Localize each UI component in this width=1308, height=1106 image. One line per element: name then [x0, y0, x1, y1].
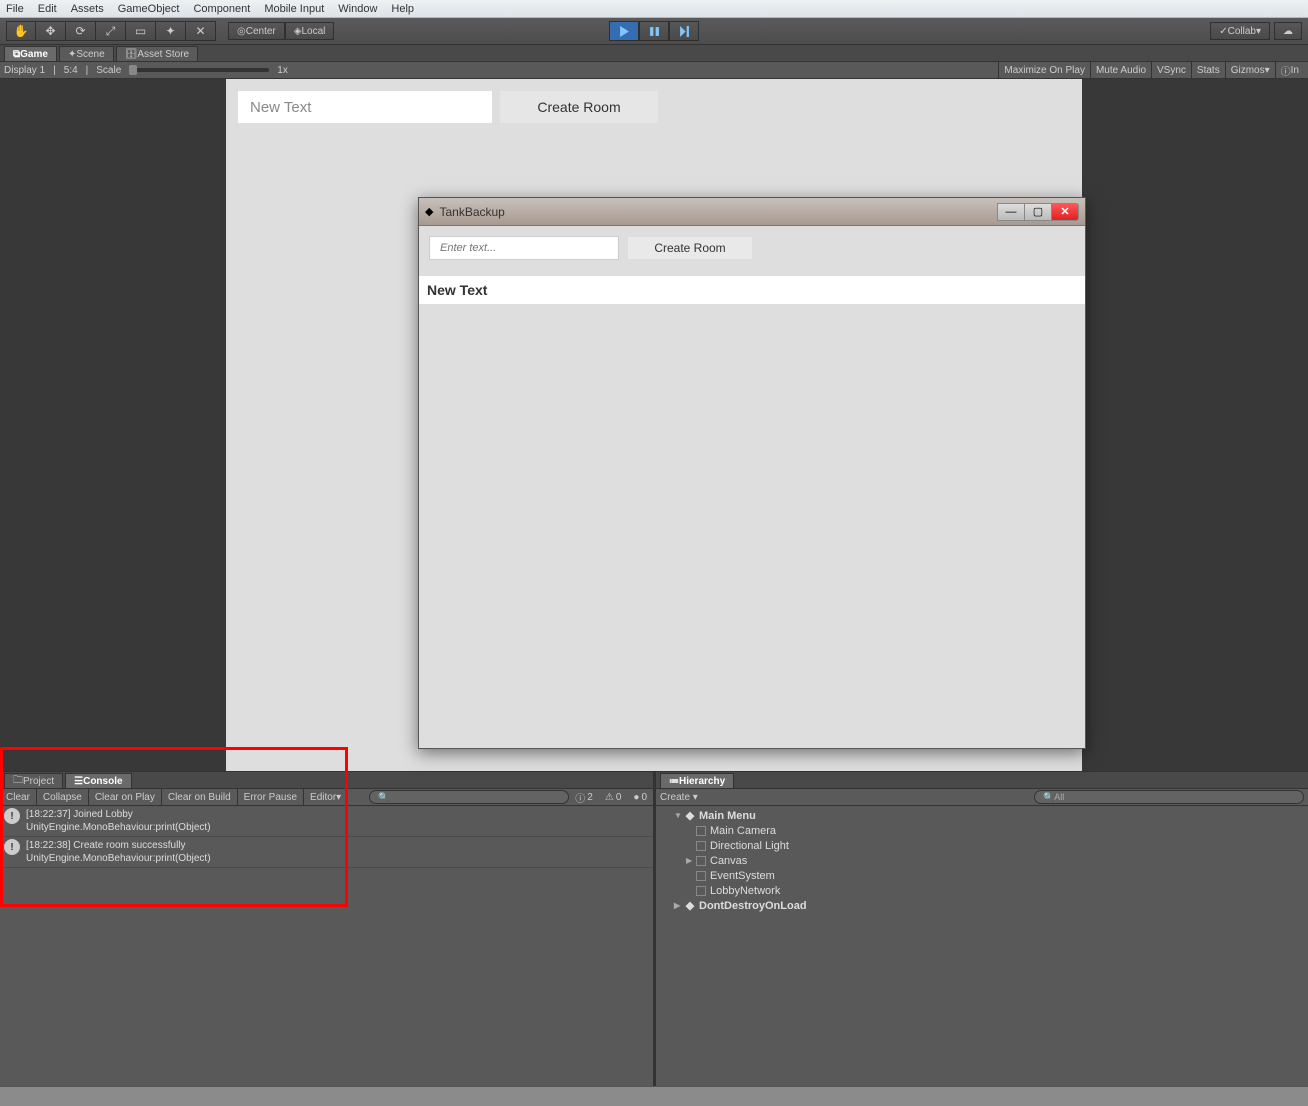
hierarchy-search[interactable]: 🔍 All — [1034, 790, 1304, 804]
menu-component[interactable]: Component — [193, 3, 250, 15]
maximize-button[interactable]: ▢ — [1024, 203, 1052, 221]
console-panel: 🗀 Project ☰ Console Clear Collapse Clear… — [0, 772, 656, 1106]
tab-hierarchy[interactable]: ≔ Hierarchy — [660, 773, 734, 788]
build-window-title: TankBackup — [439, 205, 504, 219]
game-control-bar: Display 1 | 5:4 | Scale 1x Maximize On P… — [0, 62, 1308, 79]
local-global-toggle[interactable]: ◈ Local — [285, 22, 335, 40]
aspect-dropdown[interactable]: 5:4 — [64, 65, 78, 76]
custom-tool[interactable]: ✕ — [186, 21, 216, 41]
console-search[interactable]: 🔍 — [369, 790, 569, 804]
warning-count[interactable]: ⚠ 0 — [599, 792, 628, 803]
play-controls — [609, 21, 699, 41]
stats-toggle[interactable]: Stats — [1191, 62, 1225, 78]
display-dropdown[interactable]: Display 1 — [4, 65, 45, 76]
scale-slider[interactable] — [129, 68, 269, 72]
hierarchy-item-main-camera[interactable]: Main Camera — [656, 823, 1308, 838]
console-collapse[interactable]: Collapse — [37, 789, 89, 805]
gameobject-icon — [696, 841, 706, 851]
build-body-text: New Text — [419, 276, 1085, 304]
bottom-panels: 🗀 Project ☰ Console Clear Collapse Clear… — [0, 771, 1308, 1106]
main-toolbar: ✋ ✥ ⟳ ⤢ ▭ ✦ ✕ ◎ Center ◈ Local ✓ Collab … — [0, 18, 1308, 45]
hierarchy-panel: ≔ Hierarchy Create ▾ 🔍 All ▼◆Main Menu M… — [656, 772, 1308, 1106]
room-name-input[interactable]: New Text — [238, 91, 492, 123]
build-window-titlebar[interactable]: ◆ TankBackup — ▢ ✕ — [419, 198, 1085, 226]
hand-tool[interactable]: ✋ — [6, 21, 36, 41]
gameobject-icon — [696, 826, 706, 836]
console-clear-on-build[interactable]: Clear on Build — [162, 789, 238, 805]
vsync-toggle[interactable]: VSync — [1151, 62, 1191, 78]
build-window-body: Create Room New Text — [419, 226, 1085, 748]
error-count[interactable]: ● 0 — [627, 792, 653, 803]
hierarchy-toolbar: Create ▾ 🔍 All — [656, 789, 1308, 806]
maximize-on-play[interactable]: Maximize On Play — [998, 62, 1090, 78]
mute-audio[interactable]: Mute Audio — [1090, 62, 1151, 78]
log-entry[interactable]: ! [18:22:37] Joined LobbyUnityEngine.Mon… — [0, 806, 653, 837]
build-room-name-input[interactable] — [429, 236, 619, 260]
hierarchy-item-lobbynetwork[interactable]: LobbyNetwork — [656, 883, 1308, 898]
tab-console[interactable]: ☰ Console — [65, 773, 131, 788]
menu-help[interactable]: Help — [391, 3, 414, 15]
tab-scene[interactable]: ✦ Scene — [59, 46, 114, 61]
menu-file[interactable]: File — [6, 3, 24, 15]
view-tabs: ⧉ Game ✦ Scene 🗄 Asset Store — [0, 45, 1308, 62]
collab-button[interactable]: ✓ Collab ▾ — [1210, 22, 1270, 40]
console-editor-dropdown[interactable]: Editor ▾ — [304, 789, 348, 805]
unity-scene-icon: ◆ — [684, 899, 696, 912]
menu-edit[interactable]: Edit — [38, 3, 57, 15]
hierarchy-item-eventsystem[interactable]: EventSystem — [656, 868, 1308, 883]
unity-logo-icon: ◆ — [425, 205, 433, 218]
hierarchy-create-dropdown[interactable]: Create ▾ — [660, 792, 698, 803]
info-icon: ! — [4, 808, 20, 824]
gameobject-icon — [696, 871, 706, 881]
rotate-tool[interactable]: ⟳ — [66, 21, 96, 41]
gameobject-icon — [696, 886, 706, 896]
inspector-toggle[interactable]: ⓘ In — [1275, 62, 1304, 78]
hierarchy-item-directional-light[interactable]: Directional Light — [656, 838, 1308, 853]
create-room-button[interactable]: Create Room — [500, 91, 658, 123]
info-count[interactable]: ⓘ 2 — [569, 790, 599, 805]
console-error-pause[interactable]: Error Pause — [238, 789, 304, 805]
step-button[interactable] — [669, 21, 699, 41]
minimize-button[interactable]: — — [997, 203, 1025, 221]
console-clear-on-play[interactable]: Clear on Play — [89, 789, 162, 805]
unity-scene-icon: ◆ — [684, 809, 696, 822]
scale-label: Scale — [96, 65, 121, 76]
console-clear[interactable]: Clear — [0, 789, 37, 805]
scale-value: 1x — [277, 65, 288, 76]
console-log-list: ! [18:22:37] Joined LobbyUnityEngine.Mon… — [0, 806, 653, 1106]
log-entry[interactable]: ! [18:22:38] Create room successfullyUni… — [0, 837, 653, 868]
move-tool[interactable]: ✥ — [36, 21, 66, 41]
menu-window[interactable]: Window — [338, 3, 377, 15]
hierarchy-tree: ▼◆Main Menu Main Camera Directional Ligh… — [656, 806, 1308, 1106]
rect-tool[interactable]: ▭ — [126, 21, 156, 41]
tab-project[interactable]: 🗀 Project — [4, 773, 63, 788]
transform-tool[interactable]: ✦ — [156, 21, 186, 41]
close-button[interactable]: ✕ — [1051, 203, 1079, 221]
tab-game[interactable]: ⧉ Game — [4, 46, 57, 61]
hierarchy-item-canvas[interactable]: ▶Canvas — [656, 853, 1308, 868]
menu-mobile-input[interactable]: Mobile Input — [264, 3, 324, 15]
build-window: ◆ TankBackup — ▢ ✕ Create Room New Text — [418, 197, 1086, 749]
cloud-button[interactable]: ☁ — [1274, 22, 1302, 40]
info-icon: ! — [4, 839, 20, 855]
main-menu-bar: File Edit Assets GameObject Component Mo… — [0, 0, 1308, 18]
scene-dontdestroyonload[interactable]: ▶◆DontDestroyOnLoad — [656, 898, 1308, 913]
gizmos-dropdown[interactable]: Gizmos ▾ — [1225, 62, 1275, 78]
console-toolbar: Clear Collapse Clear on Play Clear on Bu… — [0, 789, 653, 806]
scale-tool[interactable]: ⤢ — [96, 21, 126, 41]
pause-button[interactable] — [639, 21, 669, 41]
gameobject-icon — [696, 856, 706, 866]
tab-asset-store[interactable]: 🗄 Asset Store — [116, 46, 198, 61]
build-create-room-button[interactable]: Create Room — [627, 236, 753, 260]
pivot-center-toggle[interactable]: ◎ Center — [228, 22, 285, 40]
menu-gameobject[interactable]: GameObject — [118, 3, 180, 15]
scene-main-menu[interactable]: ▼◆Main Menu — [656, 808, 1308, 823]
play-button[interactable] — [609, 21, 639, 41]
menu-assets[interactable]: Assets — [71, 3, 104, 15]
status-bar — [0, 1086, 1308, 1106]
transform-tools: ✋ ✥ ⟳ ⤢ ▭ ✦ ✕ — [6, 21, 216, 41]
